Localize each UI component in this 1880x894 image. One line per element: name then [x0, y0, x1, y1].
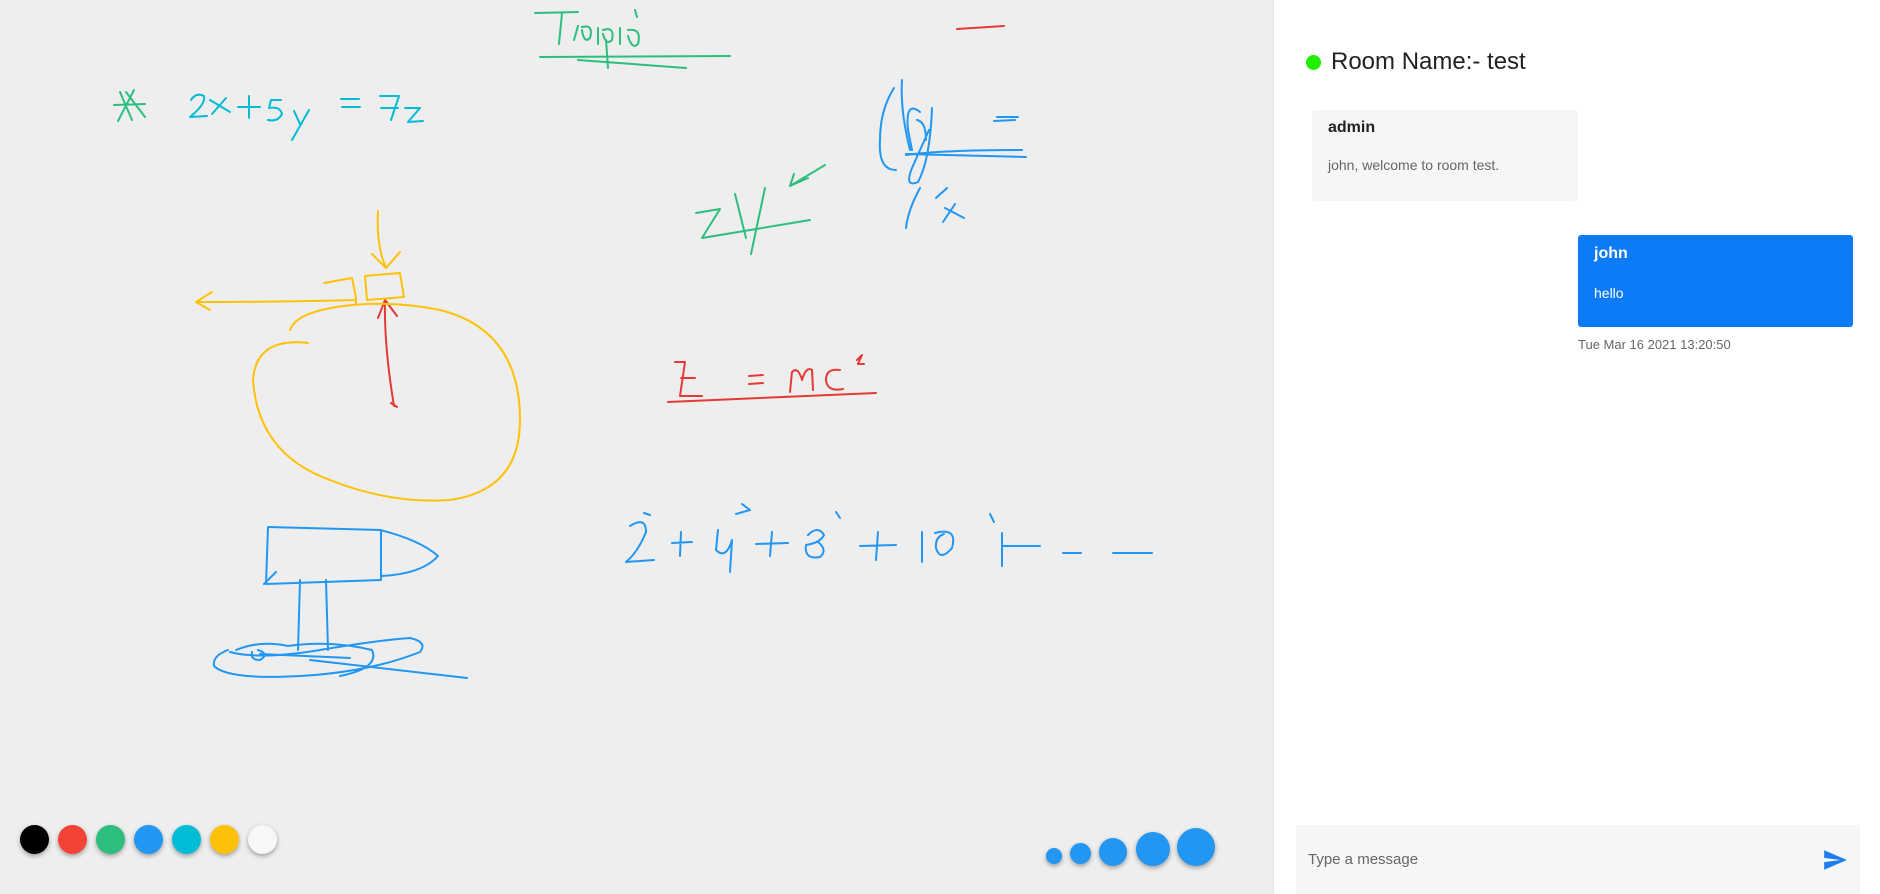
whiteboard-drawing	[113, 9, 1153, 679]
message-sender: admin	[1328, 119, 1376, 136]
brush-size-m[interactable]	[1099, 838, 1127, 866]
room-title: Room Name:- test	[1331, 48, 1526, 75]
whiteboard-canvas[interactable]	[0, 0, 1273, 894]
color-swatch-blue[interactable]	[134, 825, 163, 854]
brush-size-s[interactable]	[1070, 843, 1091, 864]
color-swatch-yellow[interactable]	[210, 825, 239, 854]
room-header: Room Name:- test	[1306, 48, 1526, 76]
message-sender: john	[1594, 245, 1628, 262]
send-icon[interactable]	[1822, 847, 1848, 873]
message-sent: john hello	[1578, 235, 1853, 327]
brush-size-xl[interactable]	[1177, 828, 1215, 866]
message-timestamp: Tue Mar 16 2021 13:20:50	[1578, 337, 1731, 352]
chat-panel: Room Name:- test admin john, welcome to …	[1274, 0, 1880, 894]
color-swatch-white[interactable]	[248, 825, 277, 854]
online-status-dot	[1306, 54, 1321, 70]
brush-size-l[interactable]	[1136, 832, 1170, 866]
color-swatch-black[interactable]	[20, 825, 49, 854]
color-swatch-green[interactable]	[96, 825, 125, 854]
brush-size-xs[interactable]	[1046, 848, 1062, 864]
color-swatch-red[interactable]	[58, 825, 87, 854]
message-composer	[1296, 825, 1860, 894]
message-text: hello	[1594, 285, 1624, 301]
color-swatch-cyan[interactable]	[172, 825, 201, 854]
color-palette	[20, 825, 277, 854]
message-input[interactable]	[1296, 839, 1822, 880]
brush-size-picker	[1044, 828, 1218, 866]
message-text: john, welcome to room test.	[1328, 157, 1500, 173]
message-received: admin john, welcome to room test.	[1312, 110, 1578, 201]
